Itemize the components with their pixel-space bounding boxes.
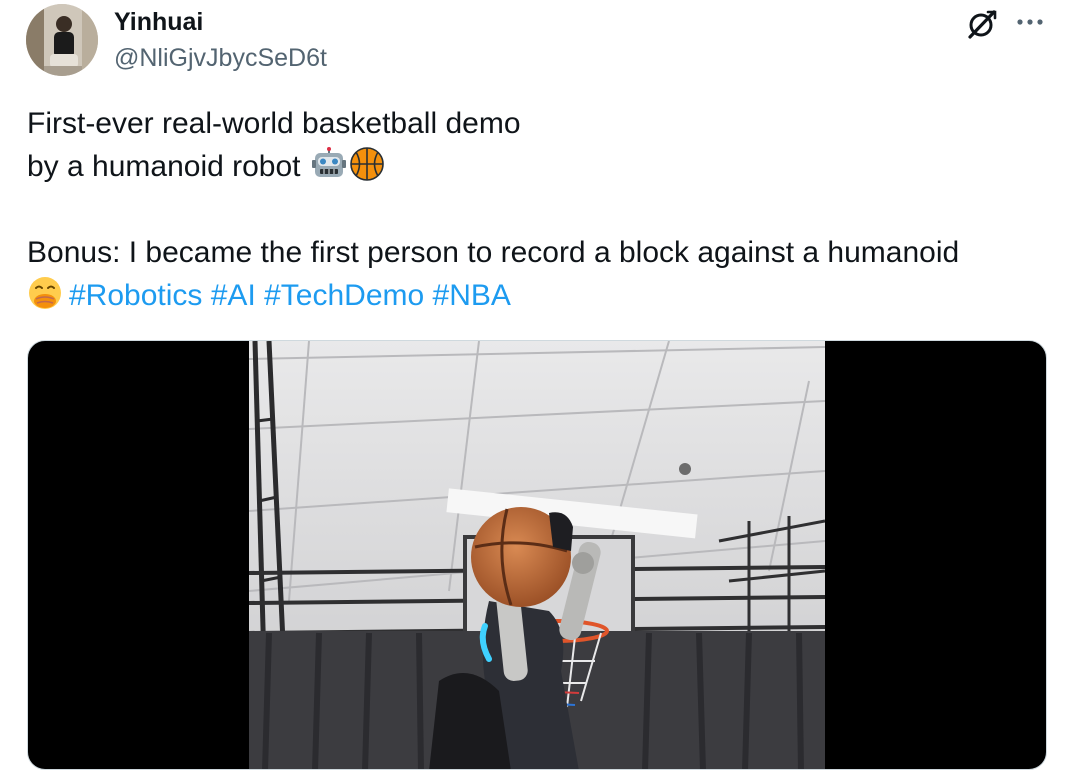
grok-icon[interactable] [964,6,1000,42]
author-handle[interactable]: @NliGjvJbycSeD6t [114,43,327,73]
tweet-text: First-ever real-world basketball demo by… [27,102,1047,317]
more-horizontal-icon[interactable] [1014,10,1046,34]
video-frame [249,341,825,769]
avatar[interactable] [26,4,98,76]
tweet-line-2: by a humanoid robot [27,145,1047,188]
hashtag-robotics[interactable]: #Robotics [69,279,202,312]
tweet-line-2-text: by a humanoid robot [27,150,301,183]
basketball-emoji [349,146,385,182]
avatar-image [26,4,98,76]
tweet-line-1: First-ever real-world basketball demo [27,107,521,140]
tweet-line-4: #Robotics #AI #TechDemo #NBA [27,274,1047,317]
hashtag-techdemo[interactable]: #TechDemo [264,279,424,312]
author-display-name[interactable]: Yinhuai [114,7,203,37]
hashtag-nba[interactable]: #NBA [433,279,511,312]
tweet-line-3: Bonus: I became the first person to reco… [27,236,960,269]
hashtag-ai[interactable]: #AI [211,279,256,312]
robot-emoji [311,146,347,182]
face-with-hand-over-mouth-emoji [27,275,63,311]
tweet-video[interactable] [27,340,1047,770]
